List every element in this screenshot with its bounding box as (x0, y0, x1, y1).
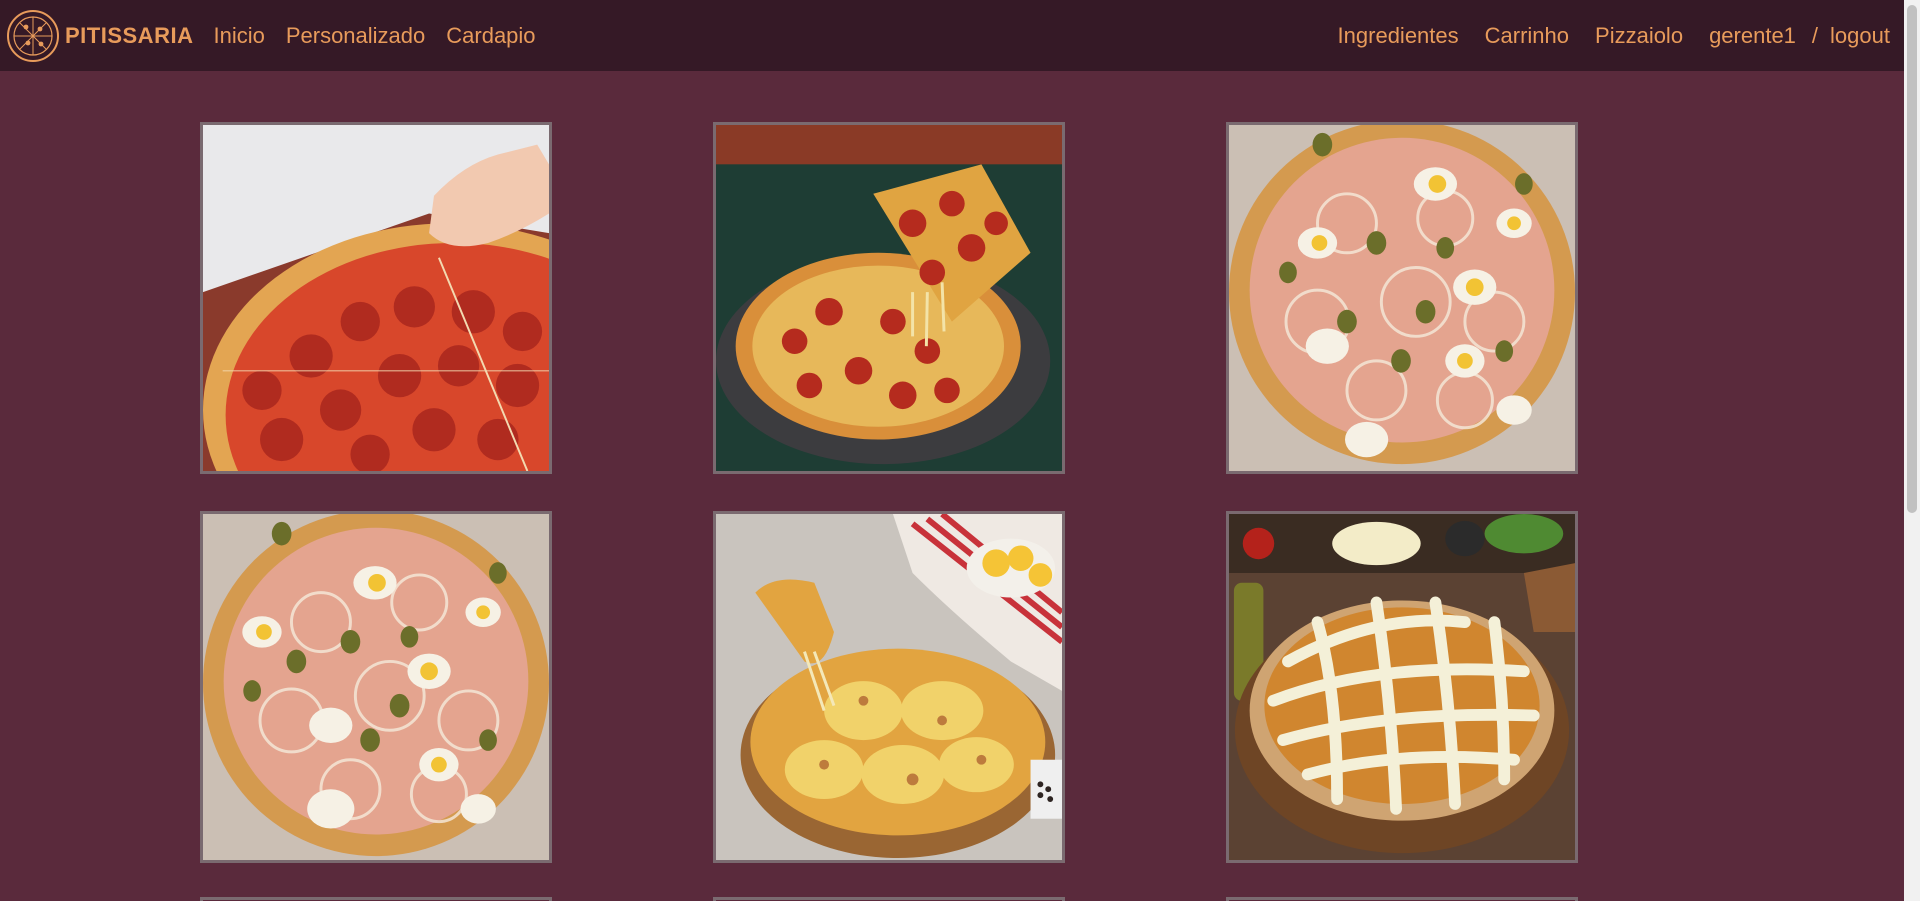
top-navbar: PITISSARIA Inicio Personalizado Cardapio… (0, 0, 1904, 71)
primary-nav: Inicio Personalizado Cardapio (193, 23, 535, 49)
product-card[interactable] (713, 511, 1065, 863)
product-card[interactable] (713, 122, 1065, 474)
scrollbar-thumb[interactable] (1907, 5, 1917, 513)
nav-link-cardapio[interactable]: Cardapio (446, 23, 535, 49)
product-card[interactable] (1226, 897, 1578, 901)
brand-name: PITISSARIA (65, 22, 194, 48)
nav-link-pizzaiolo[interactable]: Pizzaiolo (1595, 23, 1683, 49)
pepperoni-pizza-box-photo (203, 125, 549, 471)
frango-catupiry-pizza-photo (1229, 514, 1575, 860)
cheese-pizza-slice-pull-photo (716, 514, 1062, 860)
user-profile-link[interactable]: gerente1 (1709, 23, 1796, 49)
page-scrollbar[interactable] (1904, 0, 1920, 901)
nav-link-personalizado[interactable]: Personalizado (286, 23, 425, 49)
pizza-logo-icon (7, 9, 59, 62)
nav-link-ingredientes[interactable]: Ingredientes (1338, 23, 1459, 49)
secondary-nav: Ingredientes Carrinho Pizzaiolo gerente1… (1338, 23, 1890, 49)
product-card[interactable] (200, 122, 552, 474)
product-card[interactable] (713, 897, 1065, 901)
portuguesa-pizza-photo (1229, 125, 1575, 471)
nav-separator: / (1811, 22, 1819, 48)
logout-link[interactable]: logout (1830, 23, 1890, 49)
pepperoni-pizza-slice-lift-photo (716, 125, 1062, 471)
product-card[interactable] (1226, 511, 1578, 863)
product-card[interactable] (200, 511, 552, 863)
brand-home-link[interactable]: PITISSARIA (6, 9, 193, 63)
nav-link-carrinho[interactable]: Carrinho (1485, 23, 1569, 49)
portuguesa-pizza-photo (203, 514, 549, 860)
nav-link-inicio[interactable]: Inicio (213, 23, 264, 49)
product-card[interactable] (1226, 122, 1578, 474)
product-card[interactable] (200, 897, 552, 901)
